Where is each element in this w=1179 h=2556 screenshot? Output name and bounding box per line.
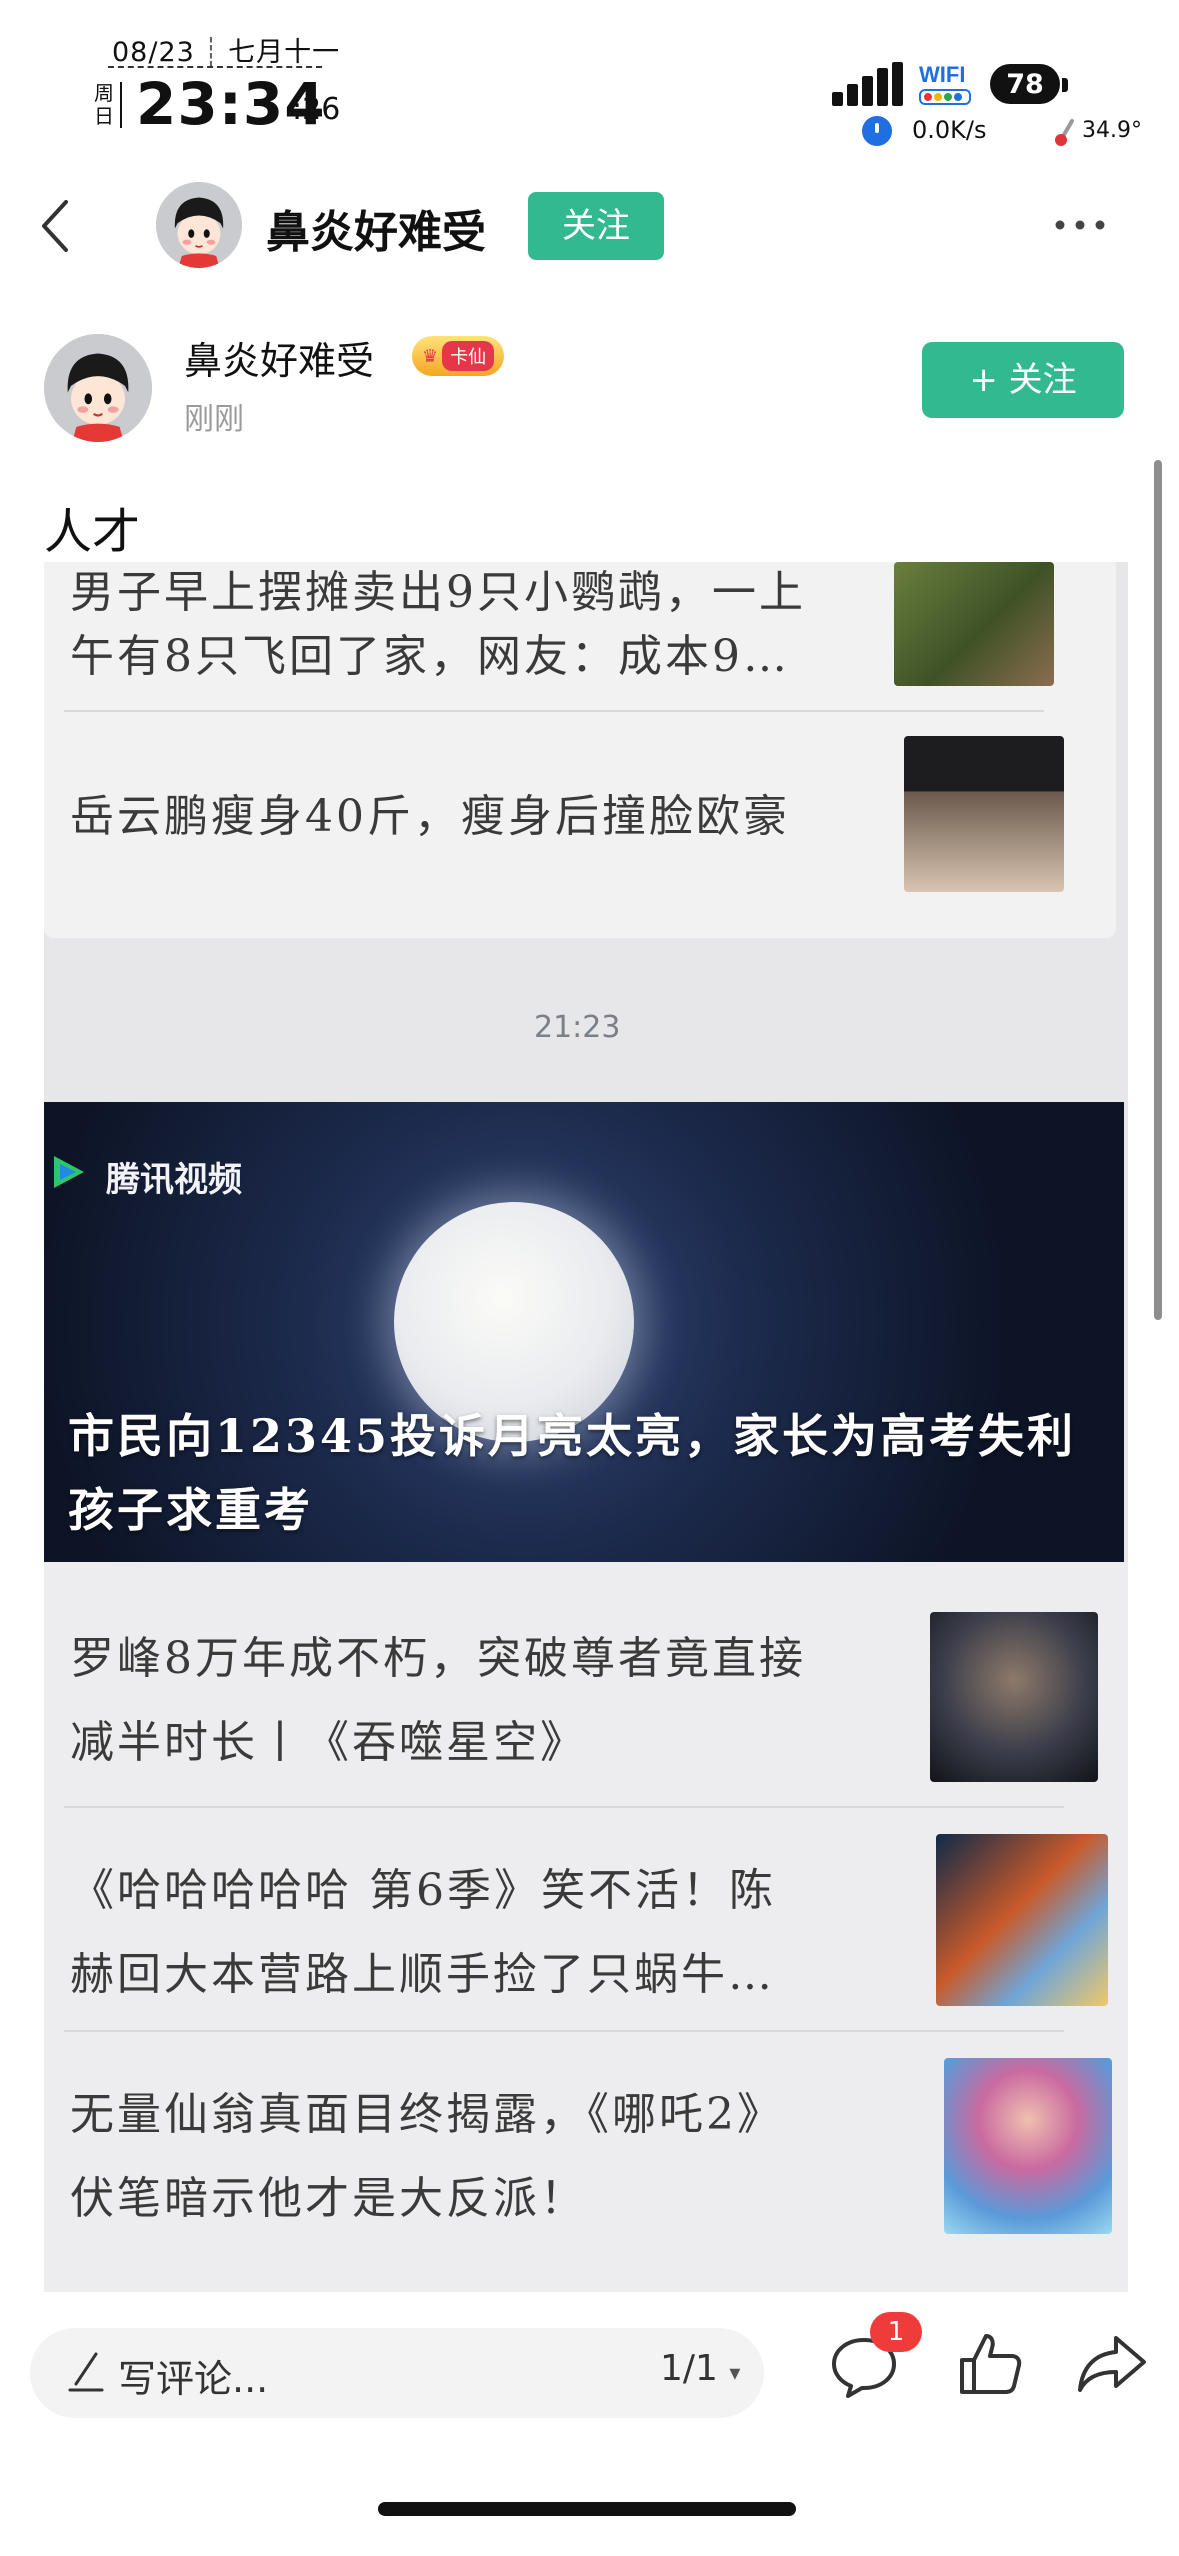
photo-thumb-hahaha	[936, 1834, 1108, 2006]
photo-item1-line1: 男子早上摆摊卖出9只小鹦鹉，一上	[70, 567, 806, 618]
comment-count-badge: 1	[870, 2312, 922, 2352]
photo-divider	[64, 1806, 1064, 1808]
net-speed: 0.0K/s	[912, 116, 987, 144]
post-text: 人才	[44, 504, 141, 560]
home-indicator[interactable]	[378, 2502, 796, 2516]
thermometer-icon	[1055, 119, 1074, 146]
header-author-name[interactable]: 鼻炎好难受	[266, 196, 486, 260]
post-time: 刚刚	[184, 402, 244, 437]
like-icon[interactable]	[956, 2330, 1024, 2398]
back-icon[interactable]	[36, 196, 76, 256]
status-solar-date: 08/23	[112, 37, 195, 68]
photo-item3-line2: 减半时长丨《吞噬星空》	[70, 1717, 587, 1768]
signal-icon	[832, 62, 903, 106]
post-follow-button[interactable]: + 关注	[922, 342, 1124, 418]
photo-item4-line2: 赫回大本营路上顺手捡了只蜗牛…	[70, 1949, 775, 2000]
temperature: 34.9°	[1082, 118, 1142, 143]
photo-thumb-nezha	[944, 2058, 1112, 2234]
photo-thumb-yueyunpeng	[904, 736, 1064, 892]
status-divider	[108, 66, 322, 68]
badge-label: 卡仙	[442, 341, 495, 371]
battery-tip	[1062, 78, 1068, 92]
avatar-cartoon-icon	[156, 182, 242, 268]
comment-placeholder[interactable]: 写评论...	[118, 2348, 268, 2403]
more-icon[interactable]	[1052, 210, 1108, 240]
scrollbar[interactable]	[1154, 460, 1162, 1320]
avatar-cartoon-icon	[44, 334, 152, 442]
status-date: 08/23 ┊ 七月十一	[112, 37, 341, 68]
post-author-avatar[interactable]	[44, 334, 152, 442]
photo-video-card: 腾讯视频 市民向12345投诉月亮太亮，家长为高考失利 孩子求重考	[44, 1102, 1124, 1567]
page-indicator-label: 1/1	[660, 2348, 718, 2389]
photo-divider	[64, 710, 1044, 712]
photo-item4-line1: 《哈哈哈哈哈 第6季》笑不活！陈	[70, 1865, 776, 1916]
wifi-indicator: WIFI	[919, 62, 971, 105]
wifi-label: WIFI	[919, 62, 966, 87]
photo-item5-line1: 无量仙翁真面目终揭露，《哪吒2》	[70, 2089, 784, 2140]
status-weekday: 周日	[92, 82, 122, 128]
crown-icon: ♛	[422, 345, 439, 367]
post-author-name[interactable]: 鼻炎好难受	[184, 330, 374, 385]
photo-item2-line1: 岳云鹏瘦身40斤，瘦身后撞脸欧豪	[70, 791, 790, 842]
pen-icon	[68, 2352, 104, 2392]
post-image[interactable]: 男子早上摆摊卖出9只小鹦鹉，一上 午有8只飞回了家，网友：成本9… 岳云鹏瘦身4…	[44, 562, 1128, 2292]
page-indicator[interactable]: 1/1 ▾	[660, 2348, 740, 2389]
battery-level: 78	[990, 64, 1060, 104]
header-follow-button[interactable]: 关注	[528, 192, 664, 260]
wifi-dots-icon	[919, 89, 971, 105]
status-lunar-date: 七月十一	[228, 37, 341, 68]
share-icon[interactable]	[1076, 2334, 1148, 2394]
video-source: 腾讯视频	[106, 1160, 242, 1200]
alarm-icon	[862, 116, 892, 146]
photo-thumb-luofeng	[930, 1612, 1098, 1782]
photo-item1-line2: 午有8只飞回了家，网友：成本9…	[70, 631, 790, 682]
tencent-video-logo-icon	[54, 1156, 84, 1188]
status-seconds: :26	[292, 92, 341, 127]
dropdown-icon: ▾	[729, 2361, 741, 2386]
photo-item5-line2: 伏笔暗示他才是大反派！	[70, 2173, 587, 2224]
photo-divider	[64, 2030, 1064, 2032]
photo-thumb-parrots	[894, 562, 1054, 686]
photo-item3-line1: 罗峰8万年成不朽，突破尊者竟直接	[70, 1633, 806, 1684]
user-level-badge: ♛ 卡仙	[412, 336, 505, 376]
photo-chat-time: 21:23	[534, 1010, 621, 1045]
video-title-line2: 孩子求重考	[68, 1483, 313, 1537]
video-title-line1: 市民向12345投诉月亮太亮，家长为高考失利	[68, 1409, 1077, 1463]
header-avatar[interactable]	[156, 182, 242, 268]
